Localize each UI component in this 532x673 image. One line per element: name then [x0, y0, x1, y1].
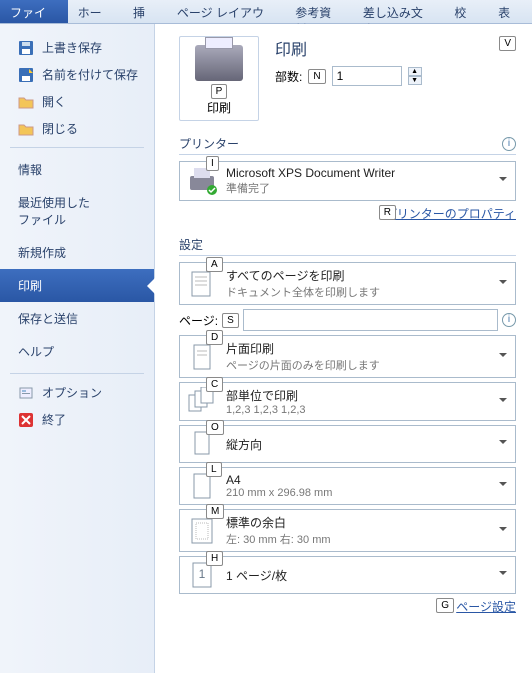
sides-primary: 片面印刷 [226, 340, 493, 357]
sidebar-item-save[interactable]: 上書き保存 [0, 34, 154, 61]
sidebar-item-options[interactable]: オプション [0, 379, 154, 406]
sidebar-section-help[interactable]: ヘルプ [0, 335, 154, 368]
collate-primary: 部単位で印刷 [226, 387, 493, 404]
printer-info-icon[interactable]: i [502, 137, 516, 151]
options-icon [18, 385, 34, 401]
sidebar-item-open[interactable]: 開く [0, 88, 154, 115]
key-n: N [308, 69, 325, 84]
sidebar-label: 上書き保存 [42, 39, 102, 56]
svg-text:1: 1 [199, 567, 206, 581]
pages-icon [186, 269, 218, 299]
range-primary: すべてのページを印刷 [226, 267, 493, 284]
oneside-icon [186, 342, 218, 372]
sidebar-label: 名前を付けて保存 [42, 66, 138, 83]
key-s: S [222, 313, 239, 328]
orient-primary: 縦方向 [226, 436, 493, 453]
sidebar-section-new[interactable]: 新規作成 [0, 236, 154, 269]
folder-close-icon [18, 121, 34, 137]
copies-label: 部数: [275, 68, 302, 85]
tab-mailings[interactable]: 差し込み文書 [353, 0, 444, 23]
paper-primary: A4 [226, 473, 493, 487]
collate-secondary: 1,2,3 1,2,3 1,2,3 [226, 404, 493, 416]
sheets-primary: 1 ページ/枚 [226, 567, 493, 584]
tab-layout[interactable]: ページ レイアウト [167, 0, 285, 23]
printer-properties-link[interactable]: プリンターのプロパティ [385, 207, 516, 221]
folder-open-icon [18, 94, 34, 110]
sides-dropdown[interactable]: D 片面印刷 ページの片面のみを印刷します [179, 335, 516, 378]
key-m: M [206, 504, 224, 519]
sidebar-item-saveas[interactable]: 名前を付けて保存 [0, 61, 154, 88]
key-p: P [211, 84, 228, 99]
settings-heading: 設定 [179, 236, 203, 253]
pages-label: ページ: [179, 312, 218, 329]
key-c: C [206, 377, 223, 392]
tab-insert[interactable]: 挿入 [123, 0, 167, 23]
sidebar-label: 終了 [42, 411, 66, 428]
tab-home[interactable]: ホーム [68, 0, 123, 23]
range-secondary: ドキュメント全体を印刷します [226, 284, 493, 300]
margins-dropdown[interactable]: M 標準の余白 左: 30 mm 右: 30 mm [179, 509, 516, 552]
key-v: V [499, 36, 516, 51]
sidebar-section-info[interactable]: 情報 [0, 153, 154, 186]
tab-references[interactable]: 参考資料 [285, 0, 353, 23]
sidebar-section-share[interactable]: 保存と送信 [0, 302, 154, 335]
sidebar-item-close[interactable]: 閉じる [0, 115, 154, 142]
key-d: D [206, 330, 223, 345]
sidebar-label: 閉じる [42, 120, 78, 137]
printer-status: 準備完了 [226, 180, 493, 196]
collate-dropdown[interactable]: C 部単位で印刷 1,2,3 1,2,3 1,2,3 [179, 382, 516, 421]
key-l: L [206, 462, 222, 477]
key-o: O [206, 420, 224, 435]
saveas-icon [18, 67, 34, 83]
print-button[interactable]: P 印刷 [179, 36, 259, 121]
sidebar-label: オプション [42, 384, 102, 401]
paper-dropdown[interactable]: L A4 210 mm x 296.98 mm [179, 467, 516, 505]
backstage-sidebar: 上書き保存 名前を付けて保存 開く 閉じる 情報 最近使用した ファイル 新規作… [0, 24, 155, 673]
key-g: G [436, 598, 454, 613]
pages-per-sheet-dropdown[interactable]: 1 H 1 ページ/枚 [179, 556, 516, 594]
print-pane: P 印刷 印刷 部数: N ▲▼ V プリンター i [155, 24, 532, 673]
margins-secondary: 左: 30 mm 右: 30 mm [226, 531, 493, 547]
printer-heading: プリンター [179, 135, 239, 152]
pages-input[interactable] [243, 309, 498, 331]
sides-secondary: ページの片面のみを印刷します [226, 357, 493, 373]
tab-review[interactable]: 校閲 [444, 0, 488, 23]
orientation-dropdown[interactable]: O 縦方向 [179, 425, 516, 463]
page-setup-link[interactable]: ページ設定 [456, 600, 516, 614]
paper-secondary: 210 mm x 296.98 mm [226, 487, 493, 499]
sidebar-section-recent[interactable]: 最近使用した ファイル [0, 186, 154, 236]
key-i: I [206, 156, 219, 171]
printer-icon [195, 45, 243, 81]
print-title: 印刷 [275, 36, 516, 60]
copies-input[interactable] [332, 66, 402, 86]
key-r: R [379, 205, 396, 220]
margins-primary: 標準の余白 [226, 514, 493, 531]
margins-icon [186, 516, 218, 546]
sidebar-section-print[interactable]: 印刷 [0, 269, 154, 302]
sidebar-item-exit[interactable]: 終了 [0, 406, 154, 433]
key-h: H [206, 551, 223, 566]
print-button-label: 印刷 [184, 99, 254, 116]
exit-icon [18, 412, 34, 428]
sidebar-label: 開く [42, 93, 66, 110]
print-range-dropdown[interactable]: A すべてのページを印刷 ドキュメント全体を印刷します [179, 262, 516, 305]
save-icon [18, 40, 34, 56]
tab-file[interactable]: ファイル [0, 0, 68, 23]
ribbon-tabs: ファイル ホーム 挿入 ページ レイアウト 参考資料 差し込み文書 校閲 表示 [0, 0, 532, 24]
tab-view[interactable]: 表示 [488, 0, 532, 23]
printer-dropdown[interactable]: I Microsoft XPS Document Writer 準備完了 [179, 161, 516, 201]
pages-info-icon[interactable]: i [502, 313, 516, 327]
printer-name: Microsoft XPS Document Writer [226, 166, 493, 180]
copies-spinner[interactable]: ▲▼ [408, 67, 422, 85]
key-a: A [206, 257, 223, 272]
